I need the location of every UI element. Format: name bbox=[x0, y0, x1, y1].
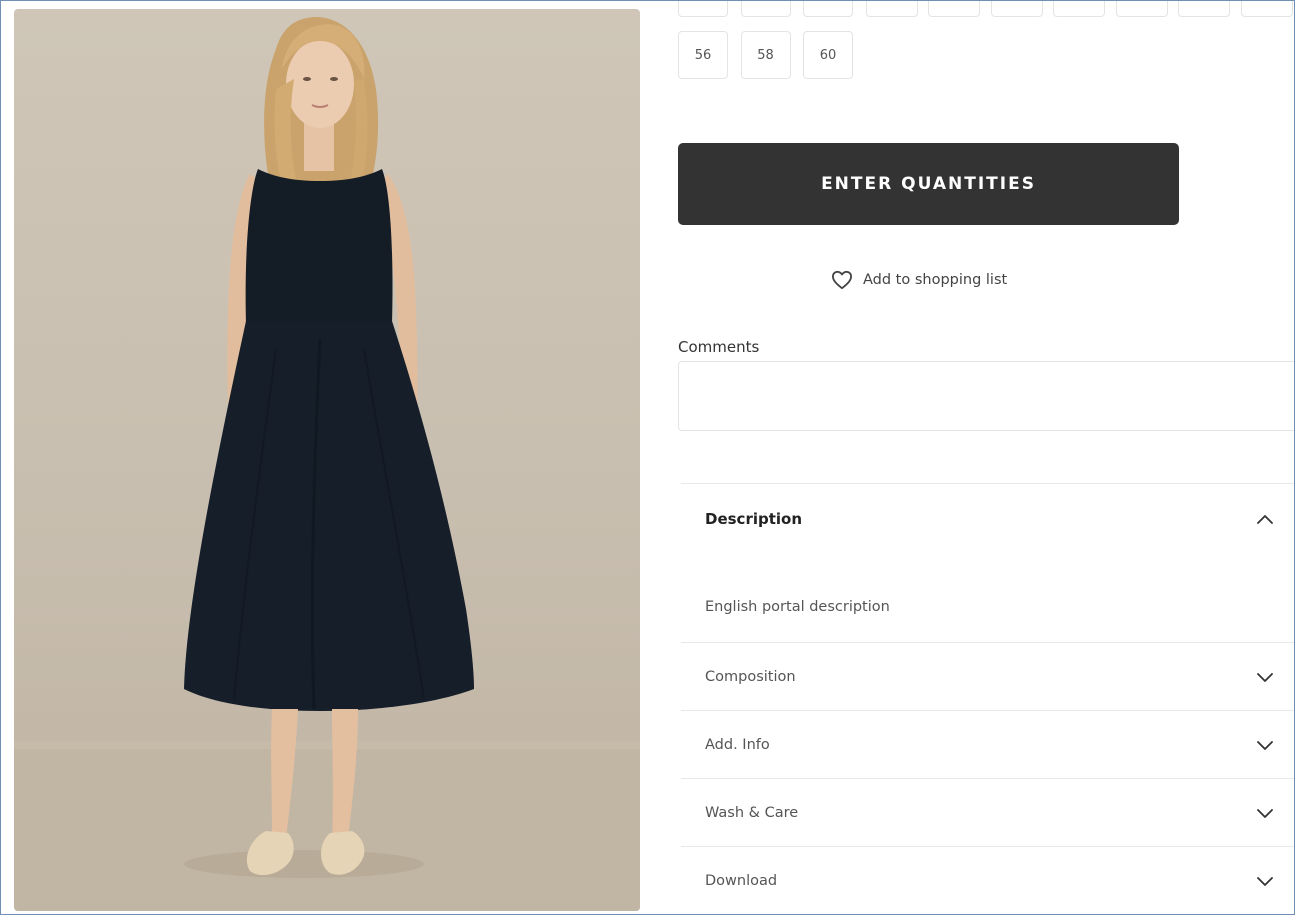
size-option-60[interactable]: 60 bbox=[803, 31, 853, 79]
comments-label: Comments bbox=[678, 338, 760, 356]
accordion-wash-care-title: Wash & Care bbox=[705, 804, 799, 821]
size-option-partial[interactable] bbox=[990, 1, 1043, 17]
chevron-down-icon bbox=[1256, 671, 1274, 683]
accordion-download-header[interactable]: Download bbox=[681, 847, 1294, 914]
product-image bbox=[14, 9, 640, 911]
accordion-description-title: Description bbox=[705, 510, 803, 528]
size-option-58[interactable]: 58 bbox=[740, 31, 791, 79]
add-to-shopping-list-link[interactable]: Add to shopping list bbox=[831, 267, 1007, 293]
size-option-partial[interactable] bbox=[865, 1, 918, 17]
accordion-description-body: English portal description bbox=[681, 554, 1294, 643]
chevron-down-icon bbox=[1256, 875, 1274, 887]
shopping-list-label: Add to shopping list bbox=[863, 272, 1008, 288]
size-option-partial[interactable] bbox=[1053, 1, 1105, 17]
chevron-up-icon bbox=[1256, 513, 1274, 525]
product-info-accordion: Description English portal description C… bbox=[681, 483, 1294, 914]
size-option-partial[interactable] bbox=[928, 1, 980, 17]
accordion-sections: Composition Add. Info Wash & Care Download bbox=[681, 643, 1294, 914]
size-option-partial[interactable] bbox=[1178, 1, 1230, 17]
chevron-down-icon bbox=[1256, 807, 1274, 819]
accordion-wash-care-header[interactable]: Wash & Care bbox=[681, 779, 1294, 847]
model-photo bbox=[14, 17, 640, 911]
size-option-partial[interactable] bbox=[1115, 1, 1168, 17]
accordion-add-info-title: Add. Info bbox=[705, 736, 770, 753]
accordion-add-info-header[interactable]: Add. Info bbox=[681, 711, 1294, 779]
size-option-partial[interactable] bbox=[678, 1, 728, 17]
chevron-down-icon bbox=[1256, 739, 1274, 751]
size-option-56[interactable]: 56 bbox=[678, 31, 728, 79]
accordion-download-title: Download bbox=[705, 872, 778, 889]
size-option-partial[interactable] bbox=[1240, 1, 1293, 17]
accordion-description-header[interactable]: Description bbox=[681, 484, 1294, 554]
accordion-composition-header[interactable]: Composition bbox=[681, 643, 1294, 711]
enter-quantities-button[interactable]: ENTER QUANTITIES bbox=[678, 143, 1179, 225]
accordion-composition-title: Composition bbox=[705, 668, 796, 685]
size-option-partial[interactable] bbox=[803, 1, 853, 17]
page-frame: 56 58 60 ENTER QUANTITIES Add to shopping … bbox=[0, 0, 1295, 915]
size-option-partial[interactable] bbox=[740, 1, 791, 17]
heart-outline-icon bbox=[832, 270, 852, 290]
comments-input[interactable] bbox=[678, 361, 1294, 431]
